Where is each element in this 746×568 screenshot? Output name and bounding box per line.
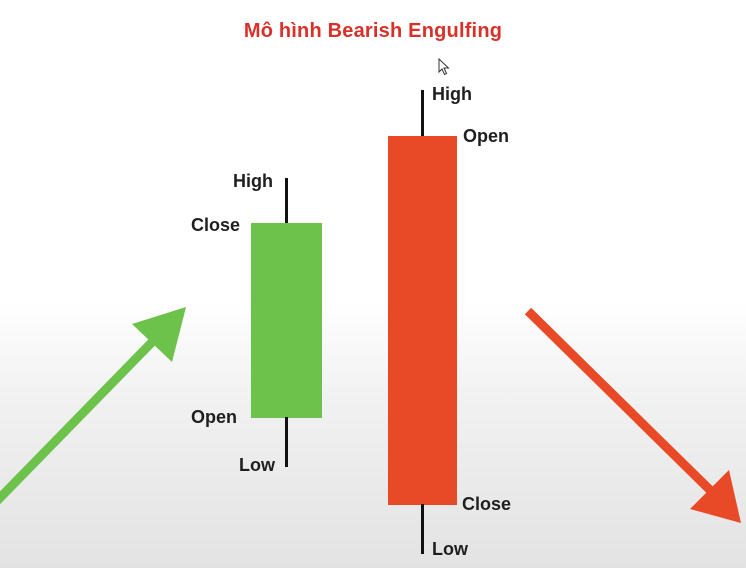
red-down-trend-arrow-icon: [524, 307, 741, 523]
bullish-low-label: Low: [239, 455, 275, 475]
bullish-upper-wick: [285, 178, 288, 224]
green-up-trend-arrow-icon: [0, 307, 186, 505]
bullish-open-label: Open: [191, 407, 238, 427]
diagram-title: Mô hình Bearish Engulfing: [243, 20, 503, 42]
bullish-lower-wick: [285, 417, 288, 467]
bearish-lower-wick: [421, 504, 424, 554]
bearish-close-label: Close: [462, 494, 512, 514]
bearish-low-label: Low: [432, 539, 468, 559]
bullish-close-label: Close: [191, 215, 241, 235]
bearish-high-label: High: [432, 84, 472, 104]
mouse-cursor-icon: [438, 58, 450, 76]
bullish-candle-body: [251, 223, 322, 418]
bullish-high-label: High: [233, 171, 273, 191]
bearish-candle-body: [388, 136, 457, 505]
bearish-open-label: Open: [463, 126, 510, 146]
bearish-upper-wick: [421, 90, 424, 137]
